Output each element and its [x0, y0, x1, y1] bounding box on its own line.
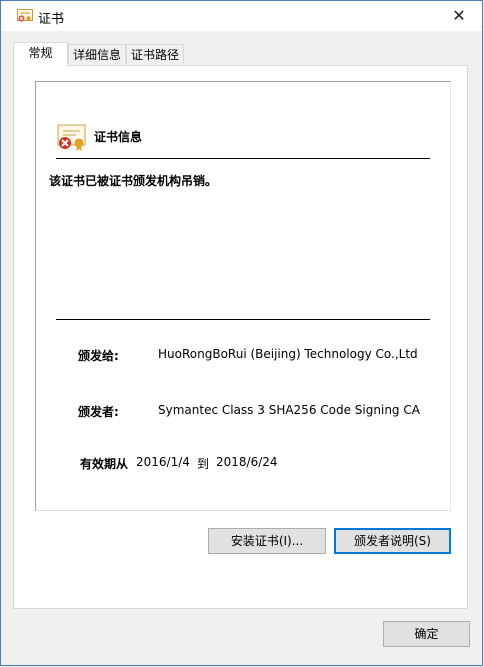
revoked-certificate-icon: [57, 124, 86, 151]
certificate-info-box: 证书信息 该证书已被证书颁发机构吊销。 颁发给: HuoRongBoRui (B…: [35, 81, 451, 511]
tab-details[interactable]: 详细信息: [68, 44, 126, 64]
issuer-statement-button[interactable]: 颁发者说明(S): [334, 528, 451, 554]
close-button[interactable]: ✕: [436, 1, 482, 31]
valid-to-word: 到: [197, 457, 210, 471]
issued-by-label: 颁发者:: [78, 405, 119, 419]
certificate-dialog: 证书 ✕ 常规 详细信息 证书路径 证书信息 该证书已被证书颁发机构吊销。 颁发…: [0, 0, 483, 666]
window-title: 证书: [38, 12, 65, 27]
revoked-message: 该证书已被证书颁发机构吊销。: [49, 174, 218, 188]
title-bar[interactable]: 证书 ✕: [1, 1, 482, 31]
issued-to-value: HuoRongBoRui (Beijing) Technology Co.,Lt…: [158, 347, 418, 361]
tab-general[interactable]: 常规: [13, 42, 68, 67]
valid-from-date: 2016/1/4: [136, 455, 190, 469]
divider: [56, 158, 430, 159]
valid-to-date: 2018/6/24: [216, 455, 278, 469]
certificate-info-heading: 证书信息: [94, 130, 143, 144]
ok-button[interactable]: 确定: [383, 621, 470, 647]
tab-certification-path[interactable]: 证书路径: [126, 44, 184, 64]
validity-label: 有效期从: [80, 457, 129, 471]
tab-panel-general: 证书信息 该证书已被证书颁发机构吊销。 颁发给: HuoRongBoRui (B…: [13, 65, 468, 609]
issued-to-label: 颁发给:: [78, 349, 119, 363]
divider: [56, 319, 430, 320]
issued-by-value: Symantec Class 3 SHA256 Code Signing CA: [158, 403, 420, 417]
certificate-icon: [17, 9, 33, 22]
install-certificate-button[interactable]: 安装证书(I)...: [208, 528, 326, 554]
